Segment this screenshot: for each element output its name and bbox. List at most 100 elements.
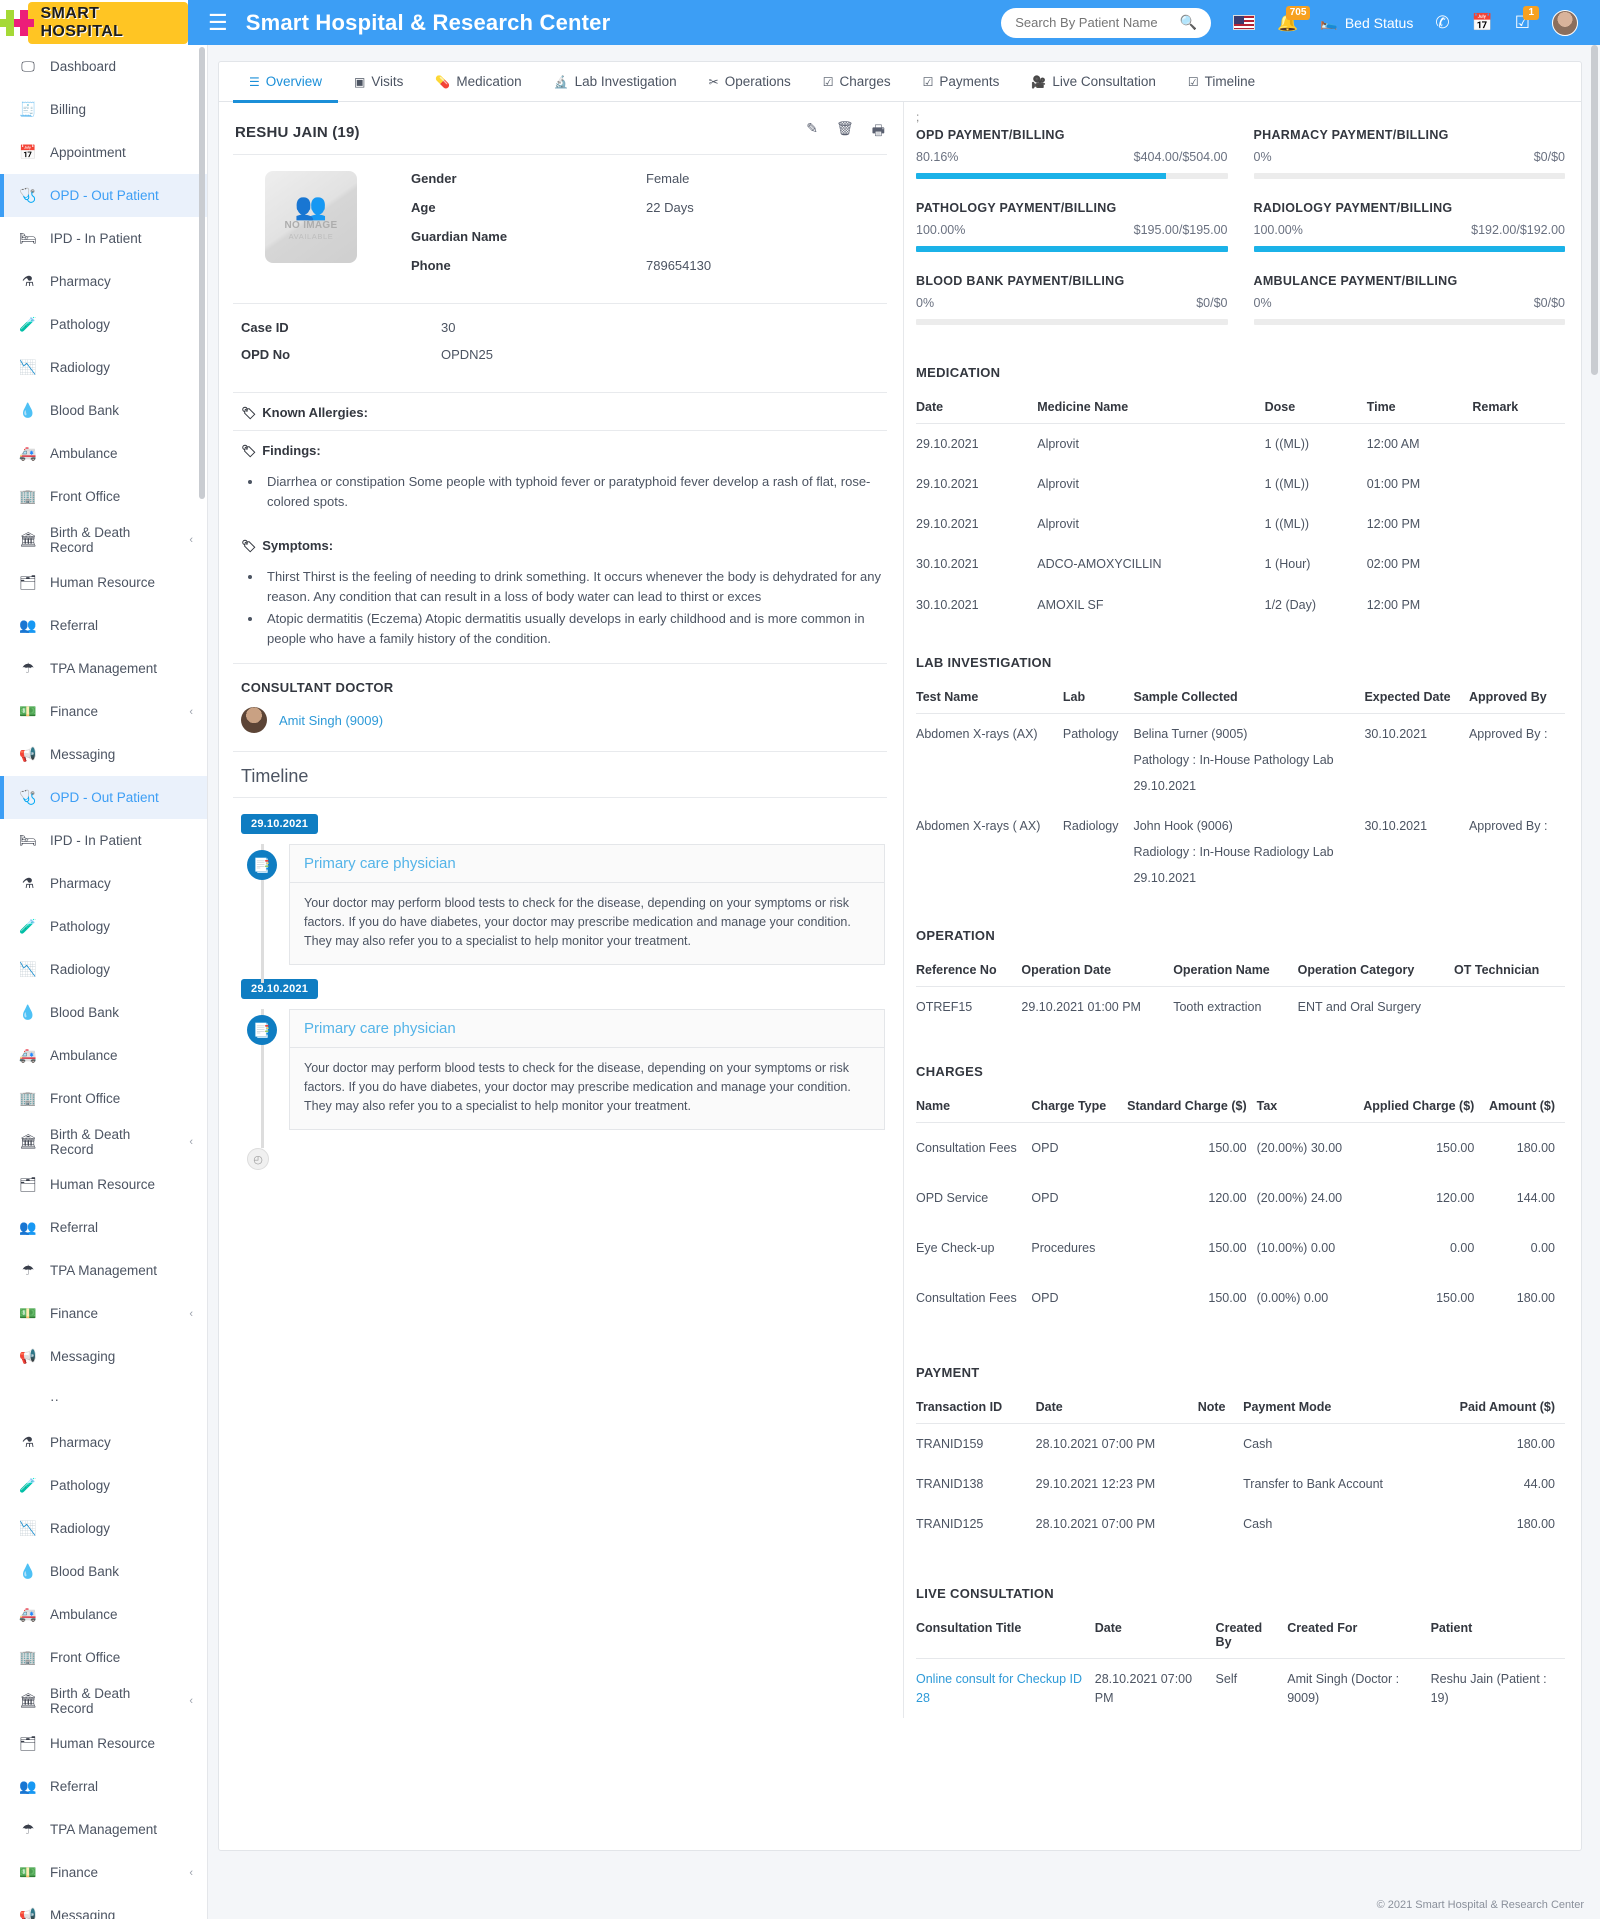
sidebar-item-radiology[interactable]: 📉Radiology — [0, 948, 207, 991]
app-logo[interactable]: SMART HOSPITAL — [0, 0, 188, 45]
sidebar-item-billing[interactable]: 🧾Billing — [0, 88, 207, 131]
table-row: Consultation FeesOPD150.00(0.00%) 0.0015… — [916, 1273, 1565, 1323]
calendar-icon[interactable]: 📅 — [1472, 14, 1493, 31]
sidebar-item-messaging[interactable]: 📢Messaging — [0, 1894, 207, 1919]
sidebar-item-messaging[interactable]: 📢Messaging — [0, 1335, 207, 1378]
sidebar-item-appointment[interactable]: 📅Appointment — [0, 131, 207, 174]
tab-lab-investigation[interactable]: 🔬Lab Investigation — [538, 62, 693, 102]
sidebar-item-messaging[interactable]: 📢Messaging — [0, 733, 207, 776]
table-cell: Cash — [1243, 1424, 1431, 1465]
sidebar-item-tpa-management[interactable]: ☂TPA Management — [0, 647, 207, 690]
sidebar-item-pathology[interactable]: 🧪Pathology — [0, 303, 207, 346]
sidebar-item-ambulance[interactable]: 🚑Ambulance — [0, 1034, 207, 1077]
operation-table: Reference NoOperation DateOperation Name… — [916, 963, 1565, 1027]
consultant-doctor-row[interactable]: Amit Singh (9009) — [233, 703, 887, 751]
sidebar-item-front-office[interactable]: 🏢Front Office — [0, 1077, 207, 1120]
sidebar-item-pathology[interactable]: 🧪Pathology — [0, 1464, 207, 1507]
sidebar-item-tpa-management[interactable]: ☂TPA Management — [0, 1808, 207, 1851]
live-consultation-heading: LIVE CONSULTATION — [916, 1586, 1565, 1601]
tab-visits[interactable]: ▣Visits — [338, 62, 419, 102]
sidebar-item-finance[interactable]: 💵Finance‹ — [0, 1851, 207, 1894]
sidebar-item-opd-out-patient[interactable]: 🩺OPD - Out Patient — [0, 174, 207, 217]
hamburger-icon[interactable]: ☰ — [208, 12, 228, 34]
tab-medication[interactable]: 💊Medication — [419, 62, 537, 102]
us-flag-icon[interactable] — [1233, 15, 1255, 30]
sidebar-item-label: Ambulance — [50, 446, 118, 461]
sidebar-item-pharmacy[interactable]: ⚗Pharmacy — [0, 862, 207, 905]
sidebar-scrollbar[interactable] — [199, 47, 205, 499]
timeline-date-badge: 29.10.2021 — [241, 814, 318, 834]
billing-amount: $404.00/$504.00 — [1134, 150, 1228, 164]
sidebar-item-front-office[interactable]: 🏢Front Office — [0, 475, 207, 518]
billing-card: PHARMACY PAYMENT/BILLING0%$0/$0 — [1254, 128, 1566, 179]
delete-icon[interactable]: 🗑 — [836, 120, 854, 144]
sidebar-item-radiology[interactable]: 📉Radiology — [0, 1507, 207, 1550]
tab-timeline[interactable]: ☑Timeline — [1172, 62, 1271, 102]
bed-status-button[interactable]: 🛌 Bed Status — [1320, 14, 1413, 31]
sidebar-item-pharmacy[interactable]: ⚗Pharmacy — [0, 1421, 207, 1464]
sidebar-item-front-office[interactable]: 🏢Front Office — [0, 1636, 207, 1679]
sidebar-item-label: Birth & Death Record — [50, 525, 177, 555]
sidebar-item-human-resource[interactable]: 🗂Human Resource — [0, 561, 207, 604]
money-icon: 💵 — [18, 703, 38, 720]
column-header: Created By — [1216, 1621, 1288, 1659]
search-icon[interactable]: 🔍 — [1180, 14, 1197, 31]
sidebar-item-finance[interactable]: 💵Finance‹ — [0, 690, 207, 733]
notifications-button[interactable]: 🔔 705 — [1277, 14, 1298, 31]
sidebar-item-birth-death-record[interactable]: 🏛Birth & Death Record‹ — [0, 1120, 207, 1163]
tab-overview[interactable]: ☰Overview — [233, 62, 338, 102]
sidebar-item-human-resource[interactable]: 🗂Human Resource — [0, 1163, 207, 1206]
tab-operations[interactable]: ✂Operations — [693, 62, 807, 102]
table-row: Eye Check-upProcedures150.00(10.00%) 0.0… — [916, 1223, 1565, 1273]
tab-payments[interactable]: ☑Payments — [907, 62, 1016, 102]
table-cell: (20.00%) 24.00 — [1257, 1173, 1356, 1223]
sidebar-item-ipd-in-patient[interactable]: 🛏IPD - In Patient — [0, 819, 207, 862]
sidebar-item-opd-out-patient[interactable]: 🩺OPD - Out Patient — [0, 776, 207, 819]
record-icon: 🏛 — [18, 1692, 38, 1709]
consultation-link[interactable]: Online consult for Checkup ID 28 — [916, 1672, 1082, 1704]
edit-icon[interactable]: ✎ — [806, 120, 818, 144]
sidebar-item-referral[interactable]: 👥Referral — [0, 1206, 207, 1249]
sidebar-item-label: Radiology — [50, 360, 110, 375]
sidebar-item-ambulance[interactable]: 🚑Ambulance — [0, 432, 207, 475]
print-icon[interactable]: 🖶 — [872, 120, 885, 144]
avatar[interactable] — [1552, 10, 1578, 36]
sidebar-item-ambulance[interactable]: 🚑Ambulance — [0, 1593, 207, 1636]
sidebar-item-radiology[interactable]: 📉Radiology — [0, 346, 207, 389]
whatsapp-icon[interactable]: ✆ — [1435, 14, 1449, 31]
sidebar-item-[interactable]: ·· — [0, 1378, 207, 1421]
search-box[interactable]: 🔍 — [1001, 8, 1211, 38]
stethoscope-icon: 🩺 — [18, 187, 38, 204]
sidebar-item-blood-bank[interactable]: 💧Blood Bank — [0, 389, 207, 432]
sidebar-item-referral[interactable]: 👥Referral — [0, 1765, 207, 1808]
column-header: Sample Collected — [1133, 690, 1364, 714]
sidebar-item-pathology[interactable]: 🧪Pathology — [0, 905, 207, 948]
sidebar-item-dashboard[interactable]: 🖵Dashboard — [0, 45, 207, 88]
timeline-entry: 29.10.2021📑Primary care physicianYour do… — [241, 979, 885, 1130]
sidebar-item-blood-bank[interactable]: 💧Blood Bank — [0, 991, 207, 1034]
page-scrollbar[interactable] — [1591, 45, 1598, 375]
sidebar-item-blood-bank[interactable]: 💧Blood Bank — [0, 1550, 207, 1593]
search-input[interactable] — [1015, 15, 1174, 30]
doctor-name-link[interactable]: Amit Singh (9009) — [279, 713, 383, 728]
footer-copyright: © 2021 Smart Hospital & Research Center — [1377, 1899, 1584, 1911]
sidebar-item-tpa-management[interactable]: ☂TPA Management — [0, 1249, 207, 1292]
tasks-button[interactable]: ☑ 1 — [1515, 14, 1530, 31]
charges-table: NameCharge TypeStandard Charge ($)TaxApp… — [916, 1099, 1565, 1324]
tab-charges[interactable]: ☑Charges — [807, 62, 907, 102]
sidebar-item-human-resource[interactable]: 🗂Human Resource — [0, 1722, 207, 1765]
sidebar-item-ipd-in-patient[interactable]: 🛏IPD - In Patient — [0, 217, 207, 260]
tab-live-consultation[interactable]: 🎥Live Consultation — [1015, 62, 1172, 102]
findings-list: Diarrhea or constipation Some people wit… — [233, 468, 887, 526]
sidebar-item-birth-death-record[interactable]: 🏛Birth & Death Record‹ — [0, 518, 207, 561]
timeline-title[interactable]: Primary care physician — [290, 1010, 884, 1048]
sidebar-item-referral[interactable]: 👥Referral — [0, 604, 207, 647]
patient-field-list: GenderFemaleAge22 DaysGuardian NamePhone… — [411, 171, 885, 287]
sidebar-item-finance[interactable]: 💵Finance‹ — [0, 1292, 207, 1335]
billing-progress-bar — [1254, 246, 1566, 252]
sidebar-item-pharmacy[interactable]: ⚗Pharmacy — [0, 260, 207, 303]
timeline-list: 29.10.2021📑Primary care physicianYour do… — [233, 798, 887, 1178]
sidebar-item-birth-death-record[interactable]: 🏛Birth & Death Record‹ — [0, 1679, 207, 1722]
timeline-title[interactable]: Primary care physician — [290, 845, 884, 883]
symptoms-heading: 🏷Symptoms: — [233, 526, 887, 563]
